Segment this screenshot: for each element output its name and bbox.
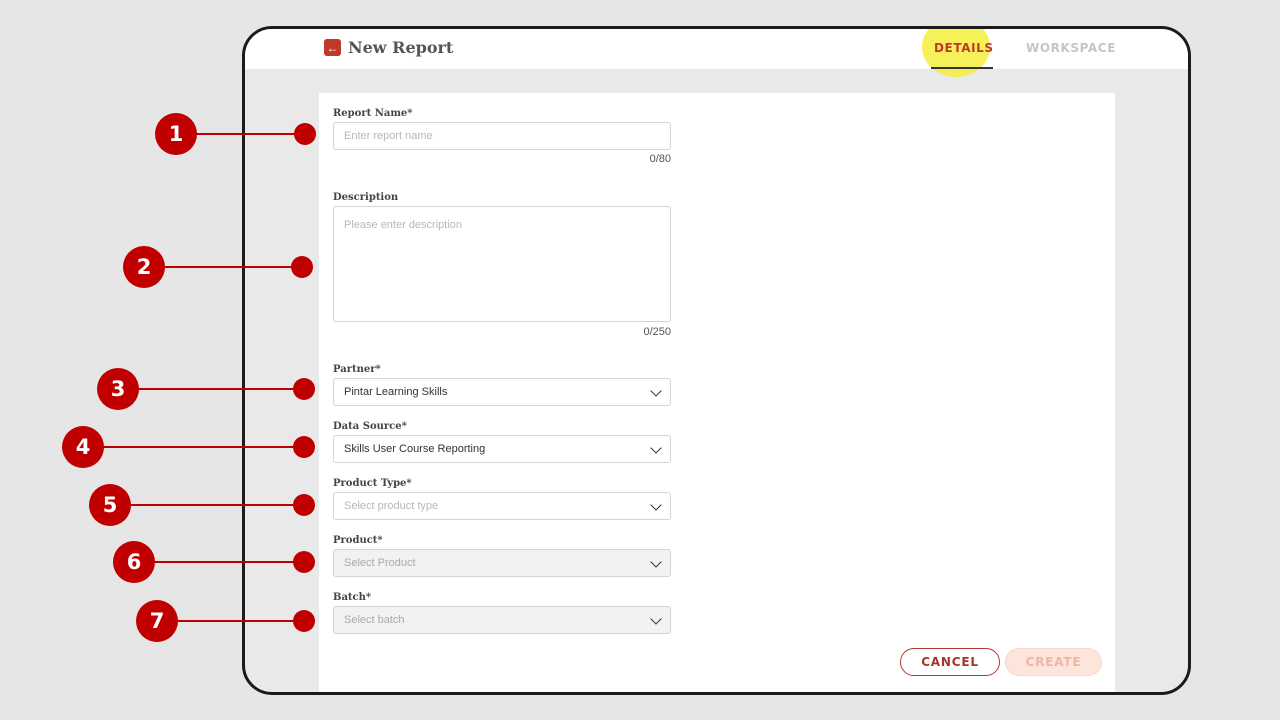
callout-badge: 5 [89,484,131,526]
partner-select[interactable]: Pintar Learning Skills [333,378,671,406]
callout-badge: 1 [155,113,197,155]
callout-dot [291,256,313,278]
report-name-label: Report Name* [333,108,413,119]
app-window: ← New Report DETAILS WORKSPACE Report Na… [242,26,1191,695]
report-form: Report Name* Enter report name 0/80 Desc… [319,93,1115,692]
partner-label: Partner* [333,364,381,375]
report-name-input[interactable]: Enter report name [333,122,671,150]
callout-line [144,561,304,563]
callout-line [154,266,302,268]
callout-badge: 7 [136,600,178,642]
product-type-select[interactable]: Select product type [333,492,671,520]
callout-line [128,388,304,390]
back-arrow-icon[interactable]: ← [324,39,341,56]
tab-workspace[interactable]: WORKSPACE [1026,41,1116,55]
callout-badge: 3 [97,368,139,410]
product-select[interactable]: Select Product [333,549,671,577]
callout-badge: 4 [62,426,104,468]
product-type-label: Product Type* [333,478,412,489]
report-name-counter: 0/80 [649,153,671,165]
description-label: Description [333,192,399,203]
description-counter: 0/250 [643,326,671,338]
callout-line [120,504,304,506]
batch-select[interactable]: Select batch [333,606,671,634]
callout-dot [293,551,315,573]
callout-dot [293,610,315,632]
top-bar: ← New Report DETAILS WORKSPACE [245,29,1188,77]
chevron-down-icon [650,499,662,511]
batch-label: Batch* [333,592,372,603]
cancel-button[interactable]: CANCEL [900,648,1000,676]
chevron-down-icon [650,385,662,397]
callout-dot [293,436,315,458]
callout-badge: 2 [123,246,165,288]
page-title: New Report [348,38,454,57]
callout-line [93,446,304,448]
description-textarea[interactable]: Please enter description [333,206,671,322]
callout-line [167,620,304,622]
callout-dot [293,494,315,516]
create-button[interactable]: CREATE [1005,648,1102,676]
callout-dot [293,378,315,400]
callout-dot [294,123,316,145]
chevron-down-icon [650,613,662,625]
data-source-label: Data Source* [333,421,407,432]
chevron-down-icon [650,556,662,568]
data-source-select[interactable]: Skills User Course Reporting [333,435,671,463]
callout-badge: 6 [113,541,155,583]
chevron-down-icon [650,442,662,454]
tab-details[interactable]: DETAILS [934,41,994,55]
active-tab-indicator [931,67,993,69]
callout-line [186,133,304,135]
product-label: Product* [333,535,383,546]
